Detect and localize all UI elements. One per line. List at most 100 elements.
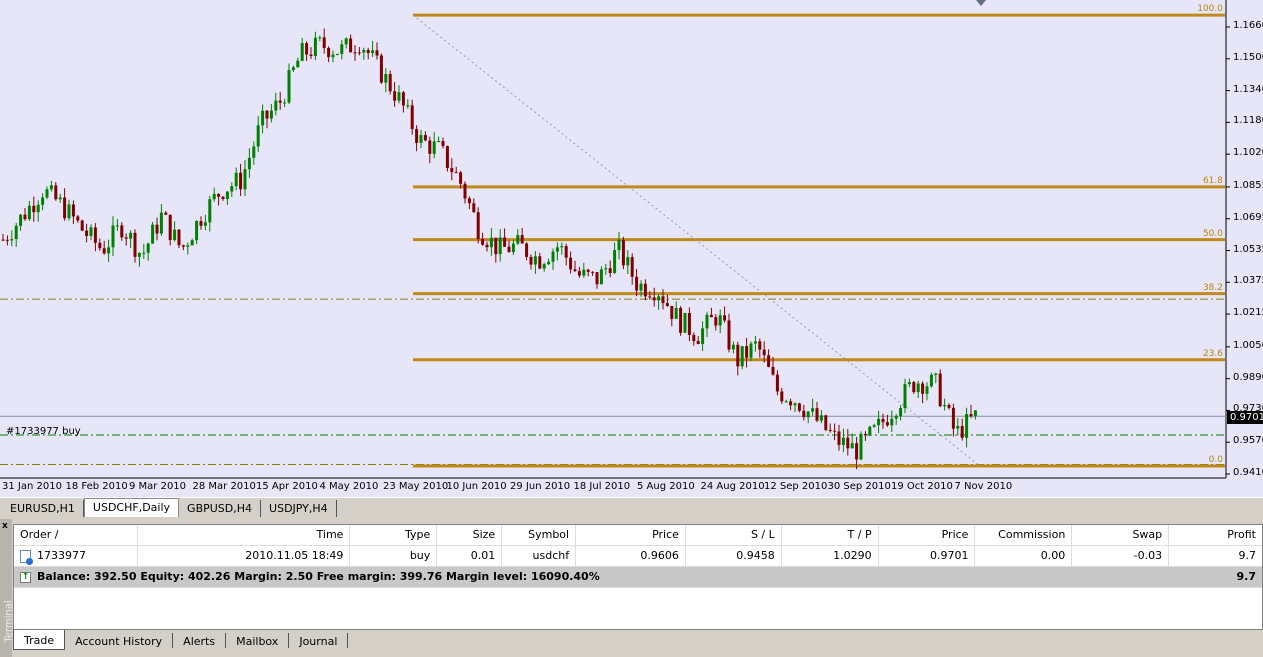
bear-candle	[410, 105, 414, 130]
bull-candle	[151, 224, 155, 244]
bear-candle	[802, 410, 806, 418]
col-price[interactable]: Price	[576, 525, 686, 545]
shift-marker-icon	[976, 0, 986, 6]
bear-candle	[379, 55, 383, 83]
close-icon[interactable]: x	[2, 521, 8, 531]
bull-candle	[701, 328, 705, 345]
bull-candle	[617, 239, 621, 251]
bull-candle	[432, 141, 436, 154]
bear-candle	[133, 232, 137, 257]
bull-candle	[67, 204, 71, 219]
order-cur-price: 0.9701	[879, 546, 976, 566]
bull-candle	[934, 373, 938, 375]
bear-candle	[595, 272, 599, 285]
order-profit: 9.7	[1238, 549, 1257, 562]
col-sl[interactable]: S / L	[686, 525, 782, 545]
col-type[interactable]: Type	[350, 525, 438, 545]
bull-candle	[498, 237, 502, 255]
bull-candle	[300, 43, 304, 61]
bear-candle	[393, 91, 397, 101]
tab-gbpusd-h4[interactable]: GBPUSD,H4	[179, 500, 262, 517]
bear-candle	[441, 141, 445, 147]
bear-candle	[507, 246, 511, 253]
bull-candle	[362, 49, 366, 53]
tab-account-history[interactable]: Account History	[65, 633, 174, 648]
bear-candle	[177, 229, 181, 246]
bull-candle	[956, 425, 960, 429]
col-time[interactable]: Time	[138, 525, 351, 545]
bear-candle	[327, 47, 331, 58]
col-swap[interactable]: Swap	[1072, 525, 1170, 545]
bear-candle	[481, 238, 485, 245]
order-icon	[20, 549, 33, 565]
bear-candle	[445, 146, 449, 169]
bull-candle	[313, 37, 317, 57]
col-cur-price[interactable]: Price	[879, 525, 976, 545]
bull-candle	[872, 425, 876, 427]
bull-candle	[344, 38, 348, 45]
bull-candle	[894, 416, 898, 419]
tab-usdchf-daily[interactable]: USDCHF,Daily	[83, 498, 180, 517]
tab-trade[interactable]: Trade	[13, 630, 66, 650]
fib-level-label: 50.0	[1202, 228, 1223, 239]
bull-candle	[604, 268, 608, 270]
x-tick-label: 9 Mar 2010	[129, 481, 187, 492]
tab-alerts[interactable]: Alerts	[173, 633, 227, 648]
bear-candle	[815, 408, 819, 421]
bull-candle	[10, 239, 14, 241]
fib-level-label: 100.0	[1197, 4, 1223, 15]
col-profit[interactable]: Profit	[1169, 525, 1262, 545]
price-chart[interactable]: 1.1660 1.1500 1.1340 1.1180 1.1020 1.0855 1.06…	[0, 0, 1263, 497]
bull-candle	[749, 343, 753, 358]
bear-candle	[591, 271, 595, 273]
bear-candle	[577, 271, 581, 276]
bear-candle	[885, 422, 889, 426]
col-size[interactable]: Size	[437, 525, 503, 545]
bear-candle	[775, 374, 779, 392]
bear-candle	[569, 257, 573, 270]
bull-candle	[599, 269, 603, 285]
tab-usdjpy-h4[interactable]: USDJPY,H4	[261, 500, 337, 517]
bull-candle	[274, 100, 278, 111]
bear-candle	[661, 296, 665, 304]
bear-candle	[278, 100, 282, 103]
bear-candle	[951, 407, 955, 429]
bear-candle	[745, 346, 749, 358]
col-commission[interactable]: Commission	[975, 525, 1073, 545]
tab-eurusd-h1[interactable]: EURUSD,H1	[2, 500, 84, 517]
bull-candle	[582, 269, 586, 276]
bull-candle	[41, 197, 45, 205]
bull-candle	[542, 264, 546, 269]
bull-candle	[705, 314, 709, 329]
bull-candle	[14, 225, 18, 240]
bear-candle	[960, 425, 964, 438]
bull-candle	[261, 110, 265, 126]
bull-candle	[731, 344, 735, 350]
bull-candle	[49, 185, 53, 190]
x-tick-label: 10 Jun 2010	[446, 481, 507, 492]
x-tick-label: 15 Apr 2010	[256, 481, 318, 492]
bull-candle	[384, 73, 388, 83]
col-order[interactable]: Order /	[14, 525, 138, 545]
bull-candle	[613, 250, 617, 274]
tab-mailbox[interactable]: Mailbox	[226, 633, 290, 648]
y-tick-label: 1.1020	[1233, 147, 1263, 159]
bear-candle	[687, 312, 691, 335]
bull-candle	[173, 229, 177, 241]
bear-candle	[322, 37, 326, 48]
bear-candle	[573, 269, 577, 272]
bull-candle	[129, 232, 133, 239]
tab-journal[interactable]: Journal	[289, 633, 349, 648]
bear-candle	[472, 203, 476, 213]
table-header: Order / Time Type Size Symbol Price S / …	[14, 525, 1262, 546]
table-row[interactable]: 1733977 2010.11.05 18:49 buy 0.01 usdchf…	[14, 546, 1262, 567]
bear-candle	[723, 315, 727, 321]
bear-candle	[124, 237, 128, 239]
bull-candle	[925, 386, 929, 394]
col-symbol[interactable]: Symbol	[502, 525, 577, 545]
bear-candle	[921, 383, 925, 394]
col-tp[interactable]: T / P	[782, 525, 879, 545]
terminal-tabs: Trade Account History Alerts Mailbox Jou…	[13, 630, 349, 650]
bear-candle	[71, 204, 75, 217]
bull-candle	[269, 110, 273, 119]
